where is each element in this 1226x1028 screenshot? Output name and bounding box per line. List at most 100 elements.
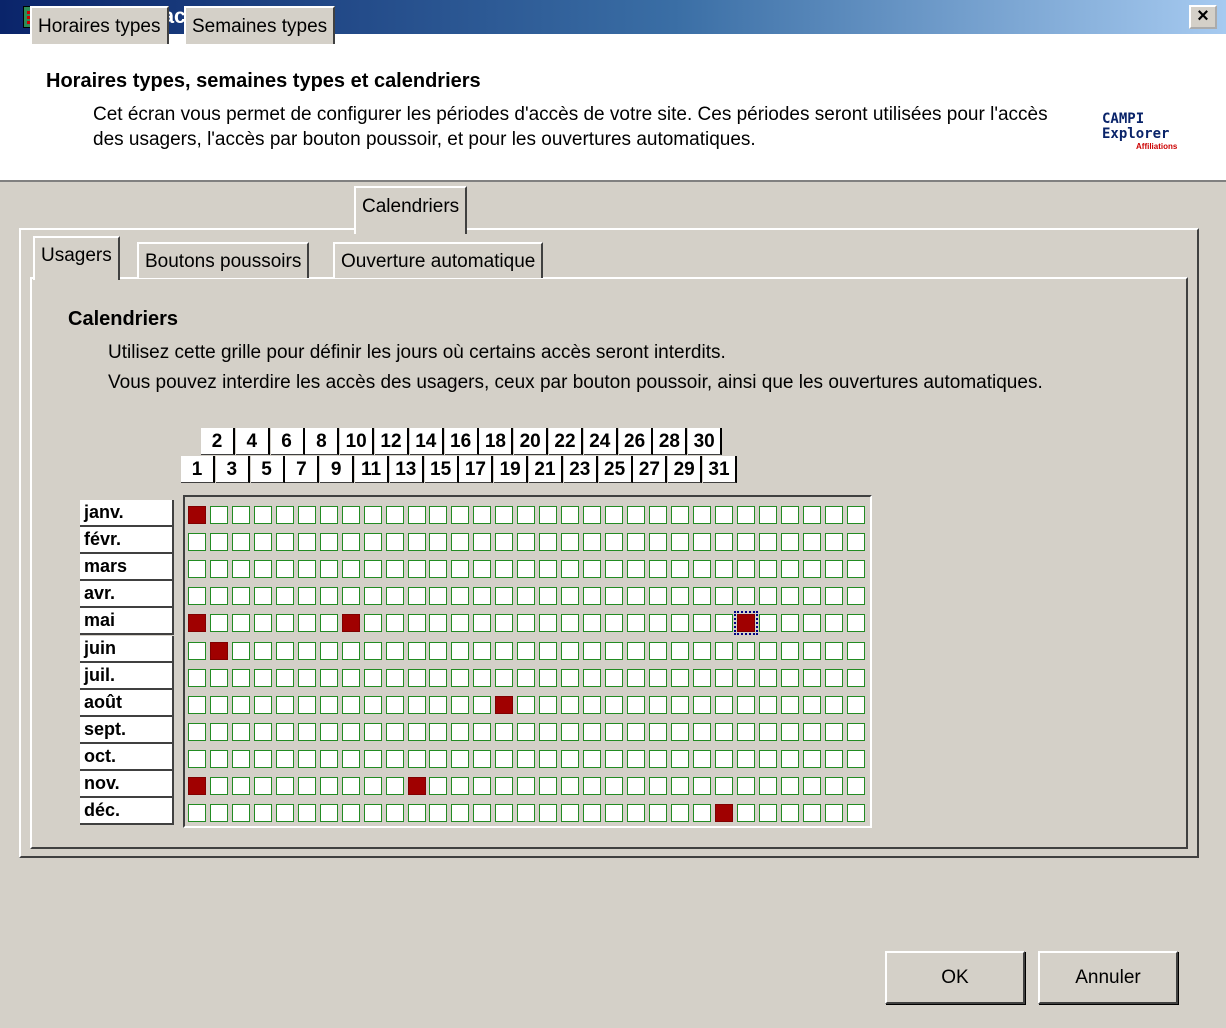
day-cell[interactable] xyxy=(846,560,865,579)
day-cell[interactable] xyxy=(363,722,382,741)
day-cell[interactable] xyxy=(583,587,602,606)
day-cell[interactable] xyxy=(758,749,777,768)
day-cell[interactable] xyxy=(407,668,426,687)
day-cell[interactable] xyxy=(539,722,558,741)
day-cell[interactable] xyxy=(736,722,755,741)
day-cell[interactable] xyxy=(451,533,470,552)
day-cell[interactable] xyxy=(824,722,843,741)
day-cell[interactable] xyxy=(670,533,689,552)
day-cell[interactable] xyxy=(758,804,777,823)
day-cell[interactable] xyxy=(407,777,426,795)
day-cell[interactable] xyxy=(692,614,711,633)
day-cell[interactable] xyxy=(297,614,316,633)
day-cell[interactable] xyxy=(319,587,338,606)
day-cell[interactable] xyxy=(846,614,865,633)
day-cell[interactable] xyxy=(451,560,470,579)
day-cell[interactable] xyxy=(253,506,272,524)
day-cell[interactable] xyxy=(363,668,382,687)
day-cell[interactable] xyxy=(495,777,514,795)
day-cell[interactable] xyxy=(824,668,843,687)
day-cell[interactable] xyxy=(473,533,492,552)
day-cell[interactable] xyxy=(758,533,777,552)
day-cell[interactable] xyxy=(539,695,558,714)
tab-calendriers[interactable]: Calendriers xyxy=(354,186,468,234)
day-cell[interactable] xyxy=(407,722,426,741)
day-cell[interactable] xyxy=(188,533,206,552)
day-cell[interactable] xyxy=(627,506,645,524)
day-cell[interactable] xyxy=(692,722,711,741)
day-cell[interactable] xyxy=(780,777,799,795)
day-cell[interactable] xyxy=(692,587,711,606)
day-cell[interactable] xyxy=(605,614,624,633)
day-cell[interactable] xyxy=(341,533,360,552)
day-cell[interactable] xyxy=(231,506,250,524)
day-cell[interactable] xyxy=(297,722,316,741)
day-cell[interactable] xyxy=(209,722,228,741)
day-cell[interactable] xyxy=(319,506,338,524)
day-cell[interactable] xyxy=(583,777,602,795)
day-cell[interactable] xyxy=(473,614,492,633)
day-cell[interactable] xyxy=(583,506,602,524)
day-cell[interactable] xyxy=(451,695,470,714)
day-cell[interactable] xyxy=(605,695,624,714)
day-cell[interactable] xyxy=(648,533,667,552)
day-cell[interactable] xyxy=(648,695,667,714)
day-cell[interactable] xyxy=(846,777,865,795)
day-cell[interactable] xyxy=(407,587,426,606)
day-cell[interactable] xyxy=(780,722,799,741)
day-cell[interactable] xyxy=(188,668,206,687)
day-cell[interactable] xyxy=(802,722,821,741)
day-cell[interactable] xyxy=(583,695,602,714)
day-cell[interactable] xyxy=(692,749,711,768)
ok-button[interactable]: OK xyxy=(885,951,1025,1004)
day-cell[interactable] xyxy=(561,560,580,579)
day-cell[interactable] xyxy=(627,804,645,823)
day-cell[interactable] xyxy=(319,695,338,714)
day-cell[interactable] xyxy=(209,560,228,579)
day-cell[interactable] xyxy=(780,804,799,823)
day-cell[interactable] xyxy=(648,722,667,741)
day-cell[interactable] xyxy=(275,641,294,660)
day-cell[interactable] xyxy=(824,749,843,768)
day-cell[interactable] xyxy=(253,777,272,795)
day-cell[interactable] xyxy=(451,722,470,741)
day-cell[interactable] xyxy=(627,587,645,606)
day-cell[interactable] xyxy=(407,614,426,633)
day-cell[interactable] xyxy=(846,804,865,823)
day-cell[interactable] xyxy=(780,560,799,579)
day-cell[interactable] xyxy=(275,749,294,768)
day-cell[interactable] xyxy=(648,614,667,633)
day-cell[interactable] xyxy=(714,749,733,768)
day-cell[interactable] xyxy=(539,749,558,768)
day-cell[interactable] xyxy=(670,722,689,741)
day-cell[interactable] xyxy=(583,614,602,633)
day-cell[interactable] xyxy=(385,695,404,714)
day-cell[interactable] xyxy=(188,804,206,823)
day-cell[interactable] xyxy=(363,749,382,768)
day-cell[interactable] xyxy=(802,804,821,823)
day-cell[interactable] xyxy=(363,777,382,795)
day-cell[interactable] xyxy=(363,533,382,552)
day-cell[interactable] xyxy=(429,641,448,660)
day-cell[interactable] xyxy=(780,668,799,687)
day-cell[interactable] xyxy=(714,722,733,741)
day-cell[interactable] xyxy=(561,749,580,768)
day-cell[interactable] xyxy=(714,668,733,687)
day-cell[interactable] xyxy=(648,749,667,768)
day-cell[interactable] xyxy=(714,614,733,633)
day-cell[interactable] xyxy=(758,695,777,714)
day-cell[interactable] xyxy=(736,777,755,795)
day-cell[interactable] xyxy=(473,641,492,660)
day-cell[interactable] xyxy=(758,641,777,660)
day-cell[interactable] xyxy=(561,722,580,741)
day-cell[interactable] xyxy=(846,641,865,660)
day-cell[interactable] xyxy=(627,722,645,741)
day-cell[interactable] xyxy=(231,614,250,633)
day-cell[interactable] xyxy=(780,695,799,714)
day-cell[interactable] xyxy=(736,560,755,579)
day-cell[interactable] xyxy=(385,722,404,741)
day-cell[interactable] xyxy=(363,695,382,714)
day-cell[interactable] xyxy=(385,749,404,768)
day-cell[interactable] xyxy=(385,777,404,795)
day-cell[interactable] xyxy=(429,506,448,524)
